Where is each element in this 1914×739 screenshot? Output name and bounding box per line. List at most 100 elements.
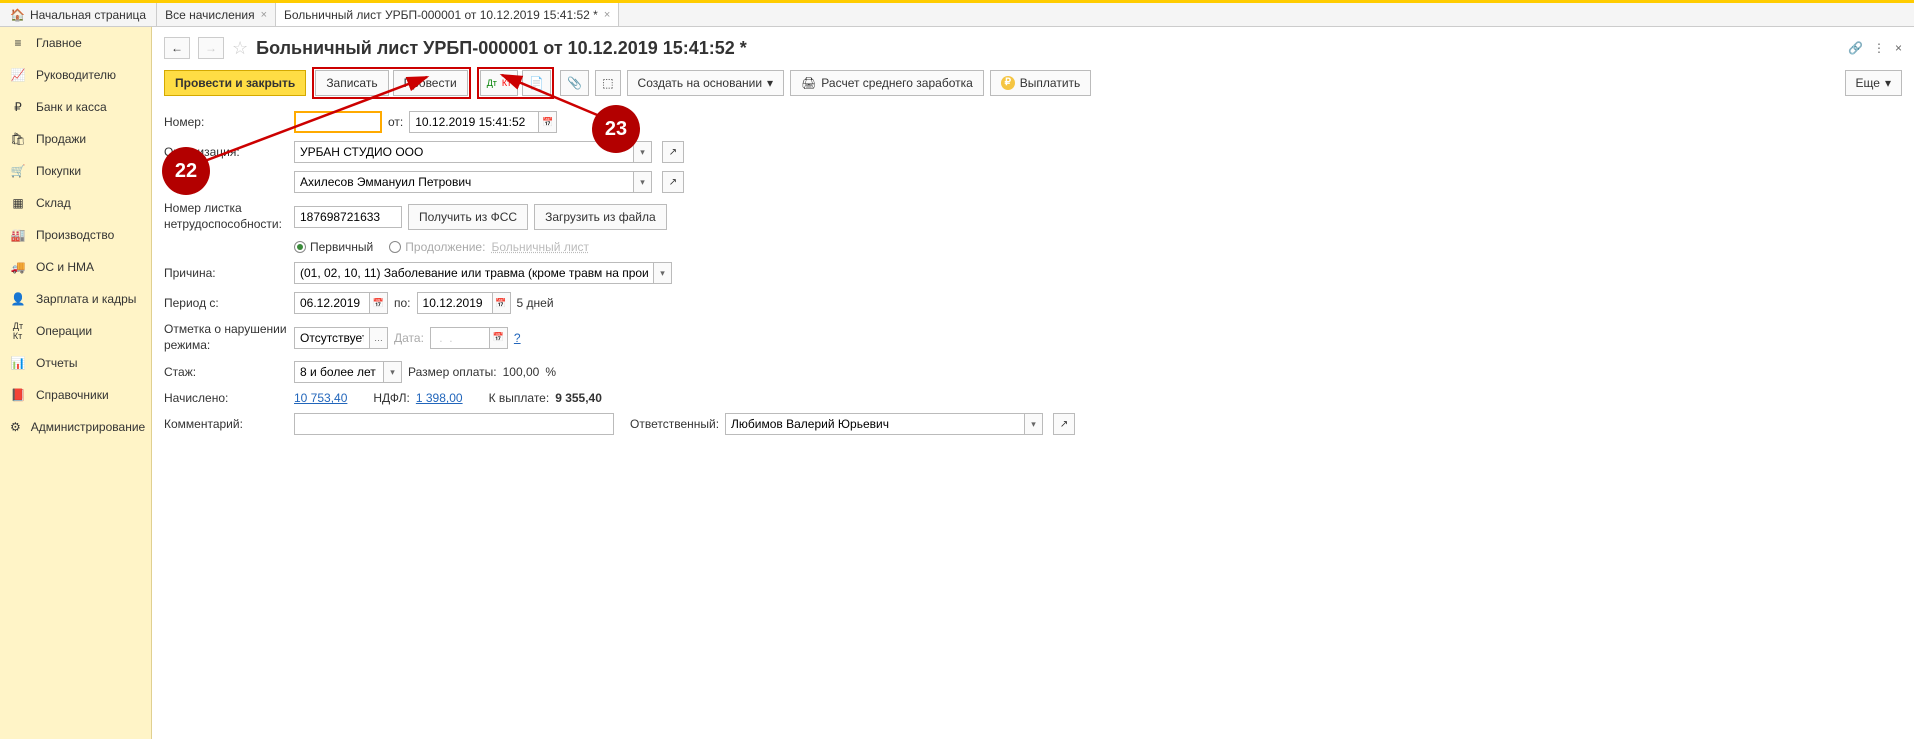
bars-icon: 📊 (10, 355, 26, 371)
radio-primary[interactable]: Первичный (294, 240, 373, 254)
chevron-down-icon[interactable]: ▾ (634, 141, 652, 163)
more-menu-icon[interactable]: ⋮ (1873, 41, 1885, 55)
sidebar-item-catalogs[interactable]: 📕 Справочники (0, 379, 151, 411)
bag-icon: 🛍 (10, 131, 26, 147)
post-close-button[interactable]: Провести и закрыть (164, 70, 306, 96)
continuation-link[interactable]: Больничный лист (491, 240, 589, 254)
number-label: Номер: (164, 115, 294, 129)
chevron-down-icon[interactable]: ▾ (1025, 413, 1043, 435)
tab-home[interactable]: 🏠 Начальная страница (0, 3, 157, 26)
violation-date-label: Дата: (394, 331, 424, 345)
sidebar: ≡Главное 📈Руководителю ₽Банк и касса 🛍 Пр… (0, 27, 152, 739)
org-input[interactable] (294, 141, 634, 163)
report-button[interactable]: 📄 (522, 70, 551, 96)
create-based-button[interactable]: Создать на основании ▾ (627, 70, 785, 96)
sidebar-item-label: Продажи (36, 132, 86, 146)
ndfl-link[interactable]: 1 398,00 (416, 391, 463, 405)
exp-label: Стаж: (164, 365, 294, 379)
nav-back-button[interactable]: ← (164, 37, 190, 59)
sidebar-item-label: Банк и касса (36, 100, 107, 114)
favorite-icon[interactable]: ☆ (232, 38, 248, 59)
close-icon[interactable]: × (261, 9, 267, 21)
sidebar-item-main[interactable]: ≡Главное (0, 27, 151, 59)
employee-input[interactable] (294, 171, 634, 193)
sidebar-item-warehouse[interactable]: ▦Склад (0, 187, 151, 219)
menu-icon: ≡ (10, 35, 26, 51)
calendar-icon[interactable]: 📅 (539, 111, 557, 133)
violation-date-input[interactable] (430, 327, 490, 349)
sidebar-item-label: Администрирование (31, 420, 145, 434)
structure-button[interactable]: ⬚ (595, 70, 620, 96)
post-button[interactable]: Провести (393, 70, 468, 96)
annotation-redbox-22: Записать Провести (312, 67, 470, 99)
tab-strip: 🏠 Начальная страница Все начисления × Бо… (0, 3, 1914, 27)
pay-rate-value: 100,00 (503, 365, 540, 379)
sidebar-item-production[interactable]: 🏭Производство (0, 219, 151, 251)
exp-select[interactable] (294, 361, 384, 383)
open-ref-button[interactable]: ↗ (662, 171, 684, 193)
sidebar-item-reports[interactable]: 📊Отчеты (0, 347, 151, 379)
sidebar-item-label: Руководителю (36, 68, 116, 82)
link-icon[interactable]: 🔗 (1848, 41, 1863, 55)
book-icon: 📕 (10, 387, 26, 403)
sidebar-item-purchases[interactable]: 🛒Покупки (0, 155, 151, 187)
chevron-down-icon[interactable]: ▾ (634, 171, 652, 193)
ellipsis-icon[interactable]: … (370, 327, 388, 349)
period-to-label: по: (394, 296, 411, 310)
open-ref-button[interactable]: ↗ (662, 141, 684, 163)
chevron-down-icon[interactable]: ▾ (384, 361, 402, 383)
radio-continuation[interactable]: Продолжение: (389, 240, 485, 254)
reason-select[interactable] (294, 262, 654, 284)
more-button[interactable]: Еще ▾ (1845, 70, 1902, 96)
number-input[interactable] (294, 111, 382, 133)
tab-all-accruals[interactable]: Все начисления × (157, 3, 276, 26)
radio-icon (389, 241, 401, 253)
sidebar-item-label: Справочники (36, 388, 109, 402)
sidebar-item-payroll[interactable]: 👤Зарплата и кадры (0, 283, 151, 315)
close-page-icon[interactable]: × (1895, 41, 1902, 55)
date-from-label: от: (388, 115, 403, 129)
calc-avg-button[interactable]: 🖨 Расчет среднего заработка (790, 70, 984, 96)
period-to-input[interactable] (417, 292, 493, 314)
pay-button[interactable]: ₽ Выплатить (990, 70, 1092, 96)
chevron-down-icon[interactable]: ▾ (654, 262, 672, 284)
dtkt-button[interactable]: ДтКт (480, 70, 519, 96)
tab-sick-leave[interactable]: Больничный лист УРБП-000001 от 10.12.201… (276, 3, 619, 26)
ln-label: Номер листка нетрудоспособности: (164, 201, 294, 232)
reason-label: Причина: (164, 266, 294, 280)
help-link[interactable]: ? (514, 331, 521, 345)
sidebar-item-admin[interactable]: ⚙ Администрирование (0, 411, 151, 443)
save-button[interactable]: Записать (315, 70, 388, 96)
calendar-icon[interactable]: 📅 (493, 292, 511, 314)
pay-rate-label: Размер оплаты: (408, 365, 497, 379)
calendar-icon[interactable]: 📅 (490, 327, 508, 349)
sidebar-item-manager[interactable]: 📈Руководителю (0, 59, 151, 91)
open-ref-button[interactable]: ↗ (1053, 413, 1075, 435)
sidebar-item-label: Производство (36, 228, 114, 242)
sidebar-item-bank[interactable]: ₽Банк и касса (0, 91, 151, 123)
load-file-button[interactable]: Загрузить из файла (534, 204, 667, 230)
sidebar-item-assets[interactable]: 🚚ОС и НМА (0, 251, 151, 283)
sidebar-item-operations[interactable]: ДтКт Операции (0, 315, 151, 347)
dtkt-icon: ДтКт (10, 323, 26, 339)
comment-label: Комментарий: (164, 417, 294, 431)
get-fss-button[interactable]: Получить из ФСС (408, 204, 528, 230)
sidebar-item-sales[interactable]: 🛍 Продажи (0, 123, 151, 155)
attach-button[interactable]: 📎 (560, 70, 589, 96)
cart-icon: 🛒 (10, 163, 26, 179)
violation-select[interactable] (294, 327, 370, 349)
comment-input[interactable] (294, 413, 614, 435)
accrued-link[interactable]: 10 753,40 (294, 391, 347, 405)
sidebar-item-label: Операции (36, 324, 92, 338)
ndfl-label: НДФЛ: (373, 391, 409, 405)
nav-forward-button[interactable]: → (198, 37, 224, 59)
calendar-icon[interactable]: 📅 (370, 292, 388, 314)
gear-icon: ⚙ (10, 419, 21, 435)
date-input[interactable] (409, 111, 539, 133)
ln-input[interactable] (294, 206, 402, 228)
annotation-23: 23 (592, 105, 640, 153)
period-from-input[interactable] (294, 292, 370, 314)
close-icon[interactable]: × (604, 9, 610, 21)
responsible-input[interactable] (725, 413, 1025, 435)
main-content: ← → ☆ Больничный лист УРБП-000001 от 10.… (152, 27, 1914, 739)
